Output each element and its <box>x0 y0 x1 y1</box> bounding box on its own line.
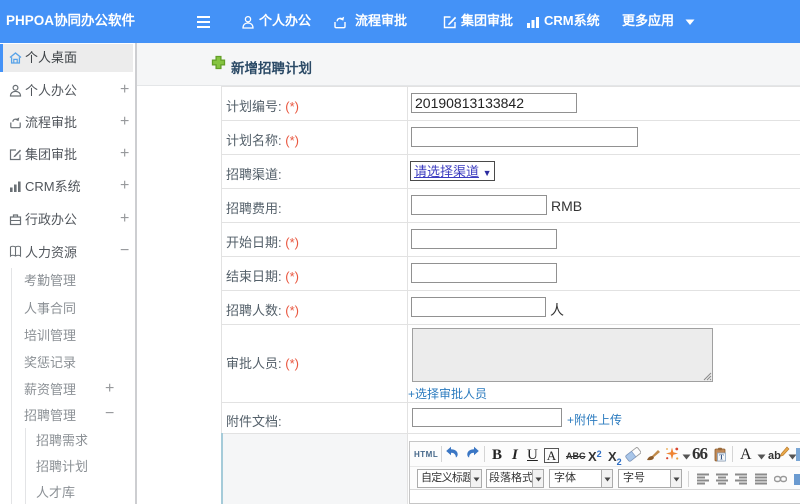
svg-text:T: T <box>719 454 724 462</box>
